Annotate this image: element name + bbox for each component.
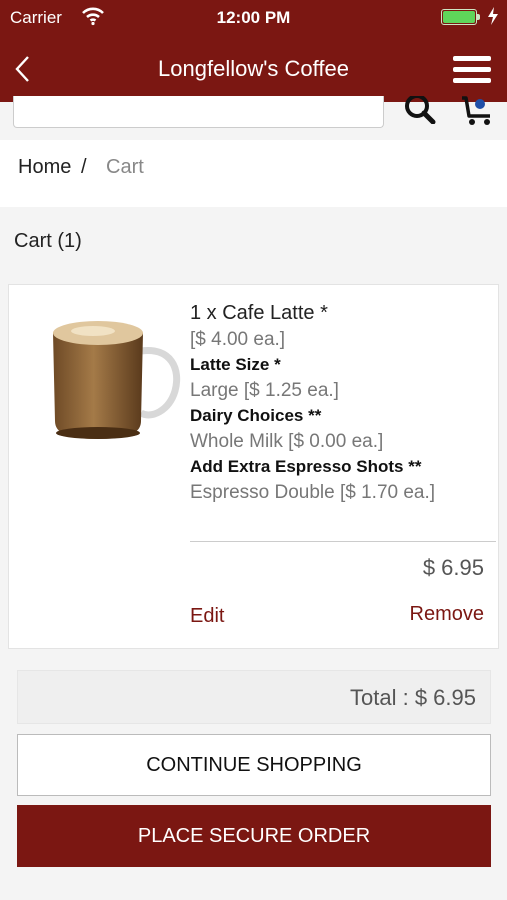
- cart-heading: Cart (1): [14, 230, 82, 252]
- edit-link[interactable]: Edit: [190, 605, 224, 628]
- item-unit-price: [$ 4.00 ea.]: [190, 328, 286, 350]
- search-bar: [0, 96, 507, 140]
- hamburger-menu-icon[interactable]: [453, 56, 491, 84]
- search-icon[interactable]: [402, 96, 438, 124]
- breadcrumb-separator: /: [81, 156, 87, 178]
- place-order-button[interactable]: PLACE SECURE ORDER: [17, 805, 491, 867]
- search-input[interactable]: [13, 96, 384, 128]
- latte-mug-image: [53, 321, 181, 439]
- option-value: Whole Milk [$ 0.00 ea.]: [190, 430, 384, 452]
- cart-total: Total : $ 6.95: [17, 670, 491, 724]
- breadcrumb-home[interactable]: Home: [18, 156, 71, 179]
- option-label: Dairy Choices **: [190, 406, 322, 425]
- battery-icon: [441, 9, 480, 25]
- status-bar: Carrier 12:00 PM: [0, 0, 507, 36]
- nav-bar: Longfellow's Coffee: [0, 36, 507, 102]
- item-details: 1 x Cafe Latte * [$ 4.00 ea.] Latte Size…: [190, 301, 490, 505]
- total-label: Total : $ 6.95: [350, 685, 476, 710]
- option-label: Add Extra Espresso Shots **: [190, 457, 422, 476]
- option-value: Espresso Double [$ 1.70 ea.]: [190, 481, 436, 503]
- item-subtotal: $ 6.95: [422, 555, 484, 580]
- option-label: Latte Size *: [190, 355, 281, 374]
- cart-item: 1 x Cafe Latte * [$ 4.00 ea.] Latte Size…: [8, 284, 499, 649]
- page-title: Longfellow's Coffee: [158, 56, 349, 81]
- remove-link[interactable]: Remove: [410, 603, 484, 626]
- clock: 12:00 PM: [216, 8, 291, 27]
- charging-icon: [488, 7, 498, 25]
- continue-shopping-button[interactable]: CONTINUE SHOPPING: [17, 734, 491, 796]
- divider: [190, 541, 496, 542]
- item-name: 1 x Cafe Latte *: [190, 302, 328, 324]
- cart-icon[interactable]: [460, 96, 496, 126]
- breadcrumb: Home / Cart: [0, 140, 507, 207]
- option-value: Large [$ 1.25 ea.]: [190, 379, 339, 401]
- breadcrumb-current: Cart: [106, 156, 144, 178]
